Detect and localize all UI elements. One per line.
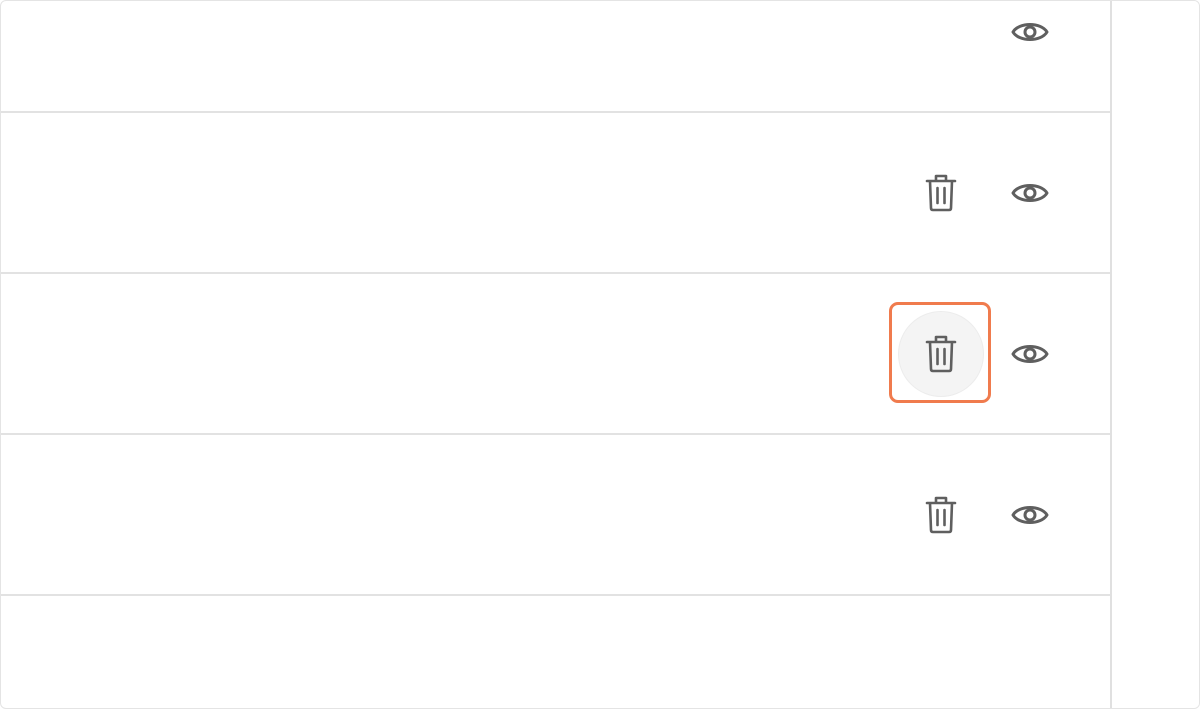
eye-icon	[1011, 184, 1049, 202]
view-button[interactable]	[1008, 493, 1052, 537]
view-button[interactable]	[1008, 10, 1052, 54]
delete-button[interactable]	[898, 311, 984, 397]
eye-icon	[1011, 23, 1049, 41]
delete-button[interactable]	[919, 493, 963, 537]
trash-icon	[925, 335, 957, 373]
view-button[interactable]	[1008, 171, 1052, 215]
delete-button[interactable]	[919, 171, 963, 215]
eye-icon	[1011, 506, 1049, 524]
eye-icon	[1011, 345, 1049, 363]
trash-icon	[925, 174, 957, 212]
view-button[interactable]	[1008, 332, 1052, 376]
trash-icon	[925, 496, 957, 534]
